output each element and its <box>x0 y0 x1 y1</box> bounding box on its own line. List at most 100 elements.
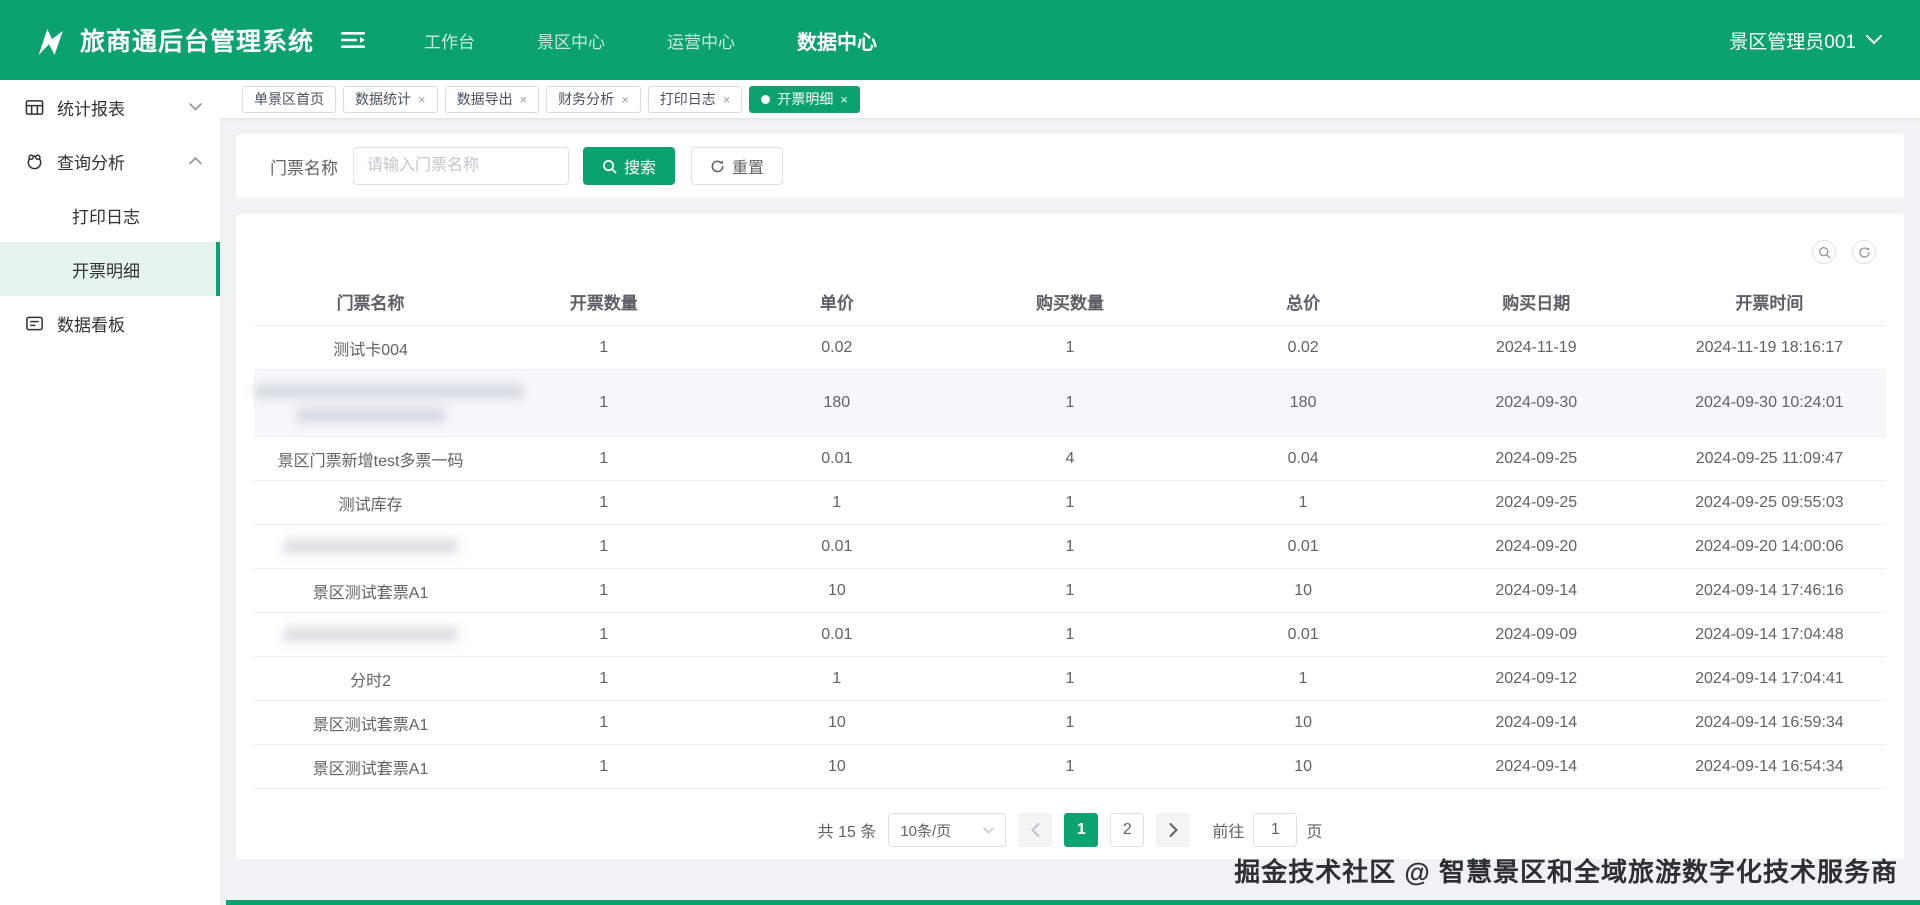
table-cell: 10 <box>1187 701 1420 745</box>
active-tab-dot <box>761 95 770 104</box>
search-panel: 门票名称 搜索 重置 <box>236 134 1904 198</box>
table-cell: 0.02 <box>1187 326 1420 370</box>
table-cell: 1 <box>487 657 720 701</box>
table-cell: 2024-09-14 <box>1420 701 1653 745</box>
table-cell: 2024-09-14 17:04:48 <box>1653 613 1886 657</box>
table-cell: 1 <box>487 481 720 525</box>
table-zoom-button[interactable] <box>1812 240 1836 264</box>
invoice-table-panel: 门票名称 开票数量 单价 购买数量 总价 购买日期 开票时间 测试卡00410.… <box>236 214 1904 859</box>
table-row: 10.0110.012024-09-202024-09-20 14:00:06 <box>254 525 1886 569</box>
column-header: 开票时间 <box>1653 278 1886 326</box>
pagination: 共 15 条 10条/页 1 2 前往 页 <box>254 813 1886 847</box>
table-row: 10.0110.012024-09-092024-09-14 17:04:48 <box>254 613 1886 657</box>
tab-bar: 单景区首页 数据统计 × 数据导出 × 财务分析 × 打印日志 × 开票明细 × <box>220 80 1920 118</box>
tab-print-log[interactable]: 打印日志 × <box>648 86 743 113</box>
nav-item-data-center[interactable]: 数据中心 <box>797 26 877 55</box>
app-header: 旅商通后台管理系统 工作台 景区中心 运营中心 数据中心 景区管理员001 <box>0 0 1920 80</box>
table-cell: 10 <box>1187 569 1420 613</box>
column-header: 单价 <box>720 278 953 326</box>
ticket-name-cell: 景区测试套票A1 <box>254 701 487 745</box>
table-cell: 2024-11-19 <box>1420 326 1653 370</box>
table-row: 118011802024-09-302024-09-30 10:24:01 <box>254 370 1886 437</box>
table-row: 景区门票新增test多票一码10.0140.042024-09-252024-0… <box>254 437 1886 481</box>
table-cell: 180 <box>720 370 953 437</box>
table-cell: 2024-09-12 <box>1420 657 1653 701</box>
table-cell: 0.02 <box>720 326 953 370</box>
tab-data-statistics[interactable]: 数据统计 × <box>343 86 438 113</box>
tab-label: 财务分析 <box>558 89 614 109</box>
table-cell: 0.01 <box>720 437 953 481</box>
table-cell: 0.04 <box>1187 437 1420 481</box>
tab-label: 数据统计 <box>355 89 411 109</box>
ticket-name-input[interactable] <box>353 147 569 185</box>
tab-finance-analysis[interactable]: 财务分析 × <box>546 86 641 113</box>
ticket-name-cell: 测试卡004 <box>254 326 487 370</box>
page-size-select[interactable]: 10条/页 <box>888 813 1006 847</box>
tab-close-icon[interactable]: × <box>520 93 528 106</box>
table-cell: 2024-09-14 16:59:34 <box>1653 701 1886 745</box>
top-navigation: 工作台 景区中心 运营中心 数据中心 <box>424 26 939 55</box>
sidebar: 统计报表 查询分析 打印日志 开票明细 数据看板 <box>0 80 220 905</box>
nav-item-workbench[interactable]: 工作台 <box>424 28 475 53</box>
tab-single-scenic-home[interactable]: 单景区首页 <box>242 86 336 113</box>
table-cell: 2024-09-14 <box>1420 569 1653 613</box>
tab-label: 单景区首页 <box>254 89 324 109</box>
column-header: 购买数量 <box>953 278 1186 326</box>
prev-page-button[interactable] <box>1018 813 1052 847</box>
table-cell: 10 <box>720 701 953 745</box>
table-row: 景区测试套票A11101102024-09-142024-09-14 16:54… <box>254 745 1886 789</box>
page-button-1[interactable]: 1 <box>1064 813 1098 847</box>
table-toolbar <box>1812 240 1876 264</box>
table-cell: 1 <box>953 481 1186 525</box>
sidebar-item-query-analysis[interactable]: 查询分析 <box>0 134 220 188</box>
sidebar-item-statistics-report[interactable]: 统计报表 <box>0 80 220 134</box>
reset-button-label: 重置 <box>732 154 764 178</box>
table-cell: 180 <box>1187 370 1420 437</box>
tab-close-icon[interactable]: × <box>840 93 848 106</box>
nav-item-scenic-center[interactable]: 景区中心 <box>537 28 605 53</box>
search-button-label: 搜索 <box>624 154 656 178</box>
page-size-value: 10条/页 <box>900 820 951 841</box>
search-button[interactable]: 搜索 <box>583 147 675 185</box>
tab-close-icon[interactable]: × <box>418 93 426 106</box>
reset-button[interactable]: 重置 <box>691 147 783 185</box>
sidebar-item-print-log[interactable]: 打印日志 <box>0 188 220 242</box>
table-cell: 1 <box>953 569 1186 613</box>
table-cell: 4 <box>953 437 1186 481</box>
table-cell: 2024-09-25 09:55:03 <box>1653 481 1886 525</box>
table-cell: 2024-09-09 <box>1420 613 1653 657</box>
redacted-text <box>283 627 458 642</box>
table-cell: 2024-11-19 18:16:17 <box>1653 326 1886 370</box>
table-cell: 2024-09-14 17:04:41 <box>1653 657 1886 701</box>
table-cell: 1 <box>720 657 953 701</box>
table-row: 分时211112024-09-122024-09-14 17:04:41 <box>254 657 1886 701</box>
tab-close-icon[interactable]: × <box>621 93 629 106</box>
bottom-accent-bar <box>226 900 1920 905</box>
analysis-icon <box>24 151 44 171</box>
report-grid-icon <box>24 97 44 117</box>
menu-collapse-icon[interactable] <box>340 29 366 51</box>
table-cell: 2024-09-14 16:54:34 <box>1653 745 1886 789</box>
table-cell: 1 <box>720 481 953 525</box>
table-cell: 0.01 <box>1187 525 1420 569</box>
tab-data-export[interactable]: 数据导出 × <box>445 86 540 113</box>
user-menu[interactable]: 景区管理员001 <box>1729 27 1882 54</box>
tab-invoice-detail[interactable]: 开票明细 × <box>749 86 860 113</box>
table-cell: 1 <box>487 613 720 657</box>
table-refresh-button[interactable] <box>1852 240 1876 264</box>
goto-prefix-label: 前往 <box>1212 818 1244 842</box>
table-cell: 0.01 <box>720 613 953 657</box>
ticket-name-cell: 景区门票新增test多票一码 <box>254 437 487 481</box>
table-cell: 2024-09-25 <box>1420 437 1653 481</box>
tab-close-icon[interactable]: × <box>723 93 731 106</box>
sidebar-item-invoice-detail[interactable]: 开票明细 <box>0 242 220 296</box>
tab-label: 数据导出 <box>457 89 513 109</box>
goto-page-input[interactable] <box>1253 813 1297 847</box>
column-header: 开票数量 <box>487 278 720 326</box>
table-cell: 1 <box>487 437 720 481</box>
sidebar-item-data-board[interactable]: 数据看板 <box>0 296 220 350</box>
page-button-2[interactable]: 2 <box>1110 813 1144 847</box>
table-cell: 1 <box>953 701 1186 745</box>
nav-item-operation-center[interactable]: 运营中心 <box>667 28 735 53</box>
next-page-button[interactable] <box>1156 813 1190 847</box>
